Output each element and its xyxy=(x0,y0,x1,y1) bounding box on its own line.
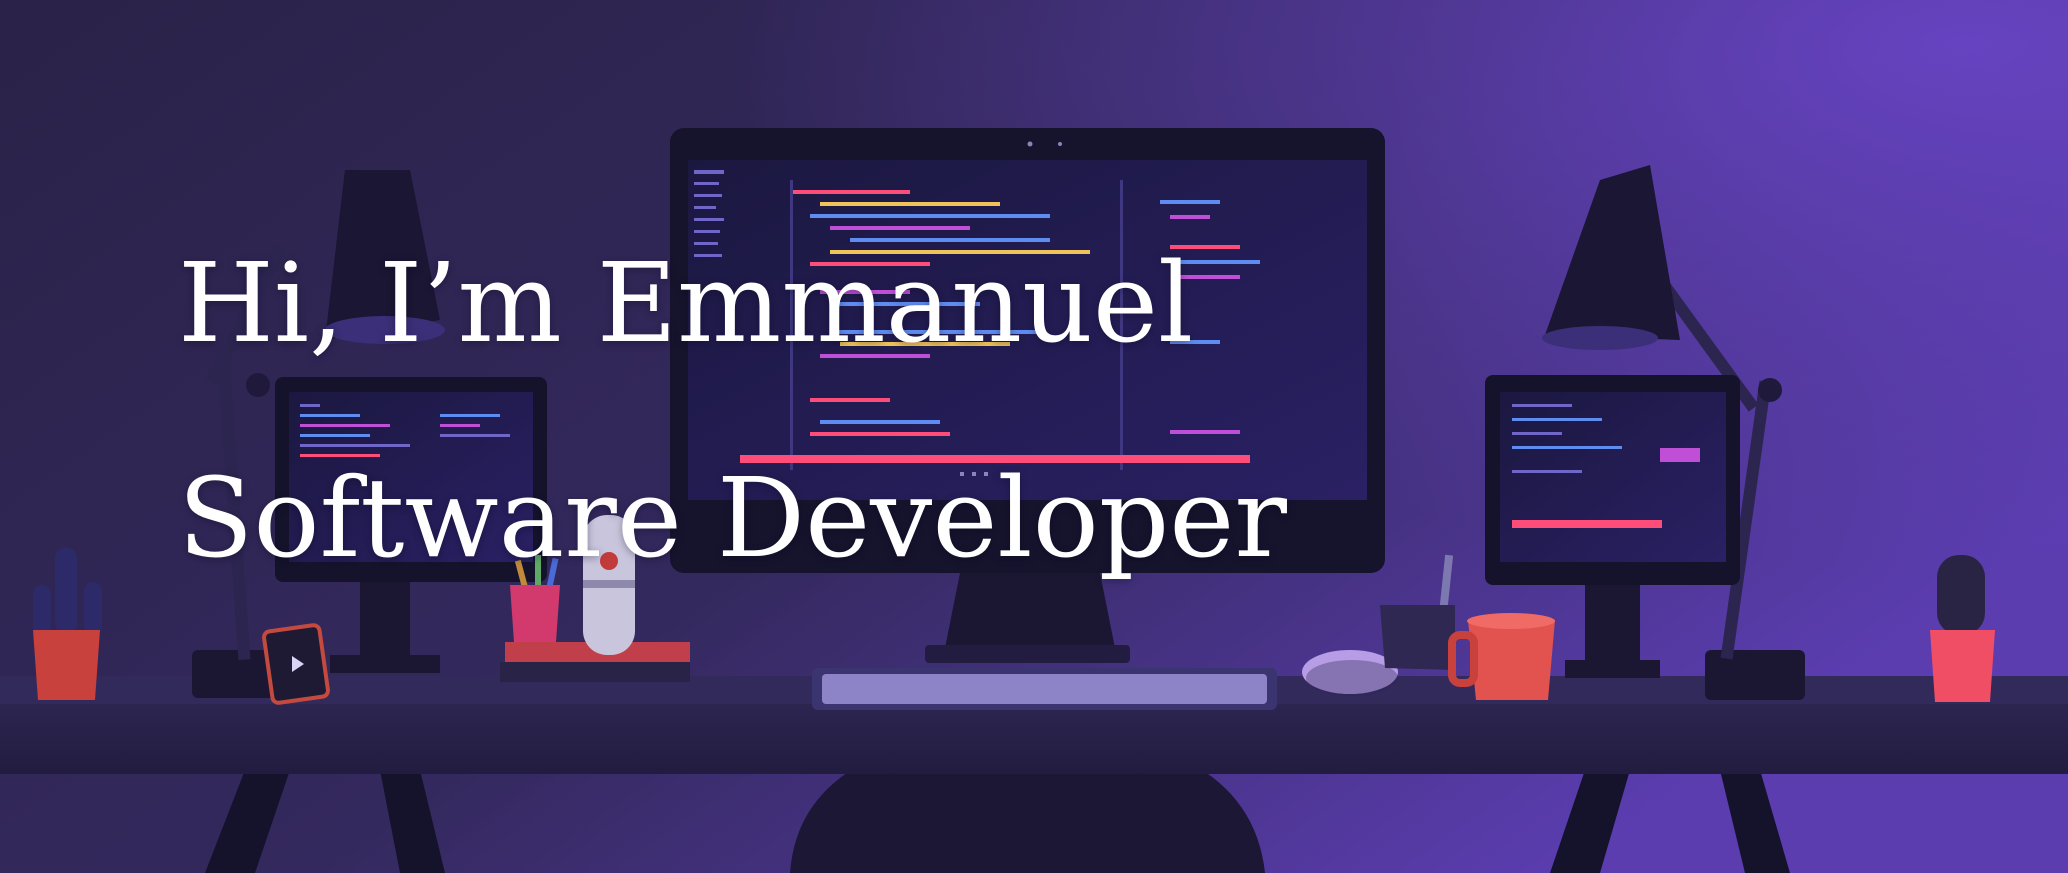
photo-frame xyxy=(262,623,330,705)
desk-setup-illustration xyxy=(0,0,2068,873)
mouse xyxy=(1302,650,1398,696)
hero-banner: Hi, I’m Emmanuel Software Developer xyxy=(0,0,2068,873)
keyboard xyxy=(812,668,1277,710)
hero-greeting: Hi, I’m Emmanuel xyxy=(178,239,1194,367)
hero-role: Software Developer xyxy=(178,454,1287,582)
desk-front xyxy=(0,704,2068,774)
